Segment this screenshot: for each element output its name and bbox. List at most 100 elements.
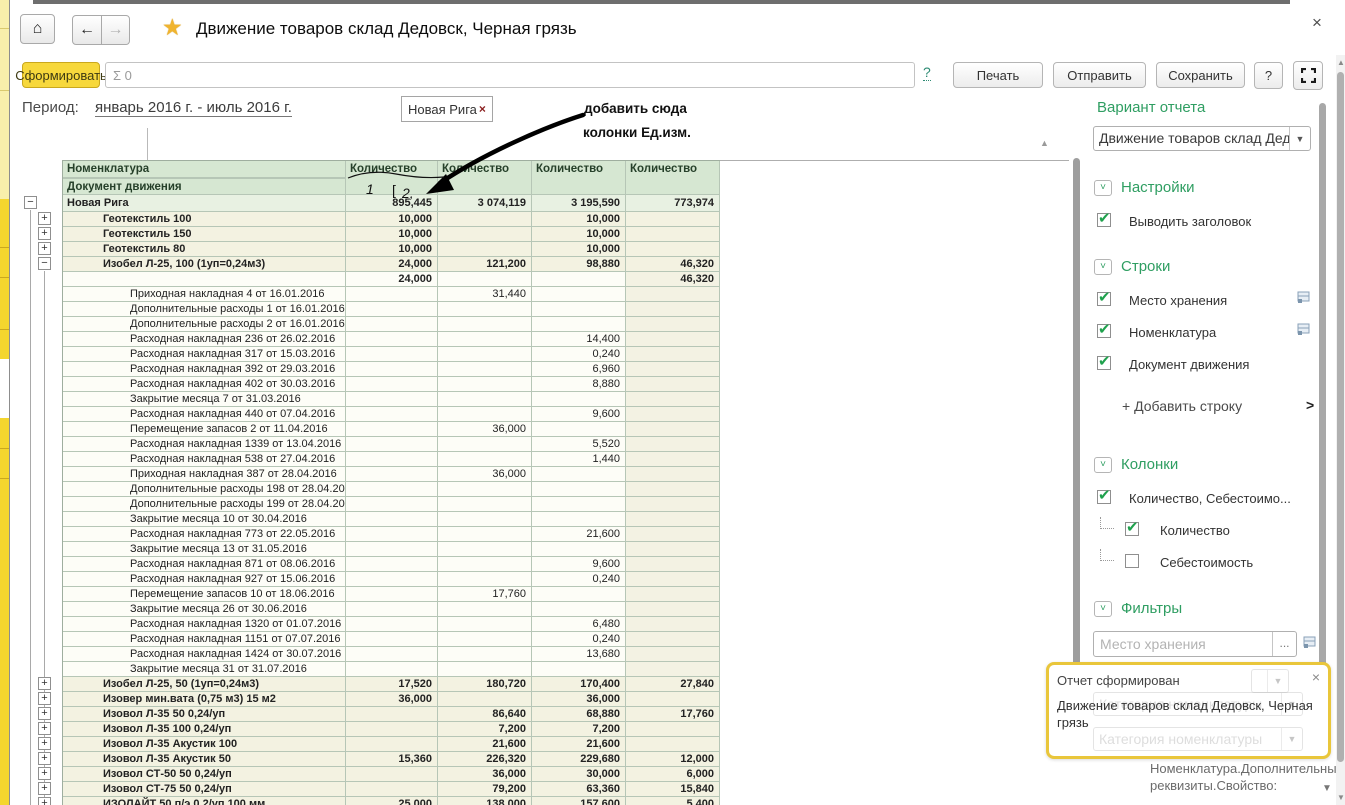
help-link[interactable]: ? — [923, 64, 931, 81]
report-row[interactable]: Дополнительные расходы 199 от 28.04.2016 — [63, 497, 720, 512]
section-collapse-filters[interactable]: ˅ — [1094, 601, 1112, 617]
report-row[interactable]: Изобел Л-25, 100 (1уп=0,24м3)24,000121,2… — [63, 257, 720, 272]
expand-icon[interactable]: + — [38, 737, 51, 750]
table-header[interactable]: НоменклатураДокумент движенияКоличествоК… — [63, 161, 720, 195]
report-row[interactable]: Расходная накладная 1151 от 07.07.20160,… — [63, 632, 720, 647]
report-row[interactable]: Расходная накладная 317 от 15.03.20160,2… — [63, 347, 720, 362]
report-row[interactable]: Расходная накладная 440 от 07.04.20169,6… — [63, 407, 720, 422]
checkbox-cost[interactable] — [1125, 554, 1139, 568]
section-collapse-columns[interactable]: ˅ — [1094, 457, 1112, 473]
chevron-down-icon[interactable]: ▼ — [1289, 127, 1310, 150]
header-nomenclature[interactable]: Номенклатура — [63, 161, 346, 178]
report-row[interactable]: Закрытие месяца 10 от 30.04.2016 — [63, 512, 720, 527]
settings-scrollbar[interactable] — [1319, 103, 1326, 758]
checkbox-show-header[interactable] — [1097, 213, 1111, 227]
report-row[interactable]: Закрытие месяца 26 от 30.06.2016 — [63, 602, 720, 617]
report-row[interactable]: Дополнительные расходы 2 от 16.01.2016 — [63, 317, 720, 332]
header-quantity-2[interactable]: Количество — [438, 161, 532, 195]
section-collapse-rows[interactable]: ˅ — [1094, 259, 1112, 275]
report-row[interactable]: Расходная накладная 1339 от 13.04.20165,… — [63, 437, 720, 452]
window-scrollbar-thumb[interactable] — [1337, 72, 1344, 762]
report-row[interactable]: Изовол Л-35 Акустик 10021,60021,600 — [63, 737, 720, 752]
sum-field[interactable]: Σ 0 — [105, 62, 915, 88]
scroll-down-icon[interactable]: ▼ — [1337, 793, 1345, 802]
save-button[interactable]: Сохранить — [1156, 62, 1245, 88]
report-row[interactable]: Геотекстиль 15010,00010,000 — [63, 227, 720, 242]
report-row[interactable]: Новая Рига895,4453 074,1193 195,590773,9… — [63, 195, 720, 212]
report-row[interactable]: Расходная накладная 1320 от 01.07.20166,… — [63, 617, 720, 632]
print-button[interactable]: Печать — [953, 62, 1043, 88]
report-row[interactable]: Изовол Л-35 Акустик 5015,360226,320229,6… — [63, 752, 720, 767]
expand-icon[interactable]: + — [38, 782, 51, 795]
report-row[interactable]: Изовол СТ-50 50 0,24/уп36,00030,0006,000 — [63, 767, 720, 782]
expand-icon[interactable]: + — [38, 767, 51, 780]
expand-icon[interactable]: + — [38, 707, 51, 720]
report-row[interactable]: Расходная накладная 392 от 29.03.20166,9… — [63, 362, 720, 377]
checkbox-nomenclature[interactable] — [1097, 324, 1111, 338]
scroll-more-icon[interactable]: > — [1306, 397, 1314, 413]
report-row[interactable]: Расходная накладная 402 от 30.03.20168,8… — [63, 377, 720, 392]
period-value-link[interactable]: январь 2016 г. - июль 2016 г. — [95, 99, 292, 117]
filter-storage-place-input[interactable]: Место хранения ... — [1093, 631, 1297, 657]
checkbox-movement-document[interactable] — [1097, 356, 1111, 370]
report-row[interactable]: Изовол СТ-75 50 0,24/уп79,20063,36015,84… — [63, 782, 720, 797]
ellipsis-button[interactable]: ... — [1272, 632, 1296, 656]
report-row[interactable]: Закрытие месяца 13 от 31.05.2016 — [63, 542, 720, 557]
chevron-down-icon[interactable]: ▼ — [1322, 783, 1332, 794]
structure-icon[interactable] — [1297, 323, 1310, 336]
report-row[interactable]: Приходная накладная 4 от 16.01.201631,44… — [63, 287, 720, 302]
report-row[interactable]: Изовол Л-35 100 0,24/уп7,2007,200 — [63, 722, 720, 737]
report-row[interactable]: Геотекстиль 8010,00010,000 — [63, 242, 720, 257]
expand-icon[interactable]: + — [38, 797, 51, 805]
section-collapse-settings[interactable]: ˅ — [1094, 180, 1112, 196]
expand-icon[interactable]: + — [38, 722, 51, 735]
report-row[interactable]: Расходная накладная 871 от 08.06.20169,6… — [63, 557, 720, 572]
back-button[interactable]: ← — [72, 15, 102, 45]
report-row[interactable]: Геотекстиль 10010,00010,000 — [63, 212, 720, 227]
report-row[interactable]: Изовол Л-35 50 0,24/уп86,64068,88017,760 — [63, 707, 720, 722]
header-quantity-3[interactable]: Количество — [532, 161, 626, 195]
expand-icon[interactable]: + — [38, 752, 51, 765]
report-row[interactable]: Изовер мин.вата (0,75 м3) 15 м236,00036,… — [63, 692, 720, 707]
report-row[interactable]: Расходная накладная 236 от 26.02.201614,… — [63, 332, 720, 347]
report-row[interactable]: Дополнительные расходы 1 от 16.01.2016 — [63, 302, 720, 317]
report-row[interactable]: Закрытие месяца 31 от 31.07.2016 — [63, 662, 720, 677]
checkbox-qty-cost-group[interactable] — [1097, 490, 1111, 504]
variant-select[interactable]: Движение товаров склад Дедовск ▼ — [1093, 126, 1311, 151]
collapse-icon[interactable]: − — [38, 257, 51, 270]
report-row[interactable]: Изобел Л-25, 50 (1уп=0,24м3)17,520180,72… — [63, 677, 720, 692]
favorite-star-icon[interactable]: ★ — [162, 14, 183, 41]
home-button[interactable]: ⌂ — [20, 14, 55, 44]
expand-icon[interactable]: + — [38, 227, 51, 240]
report-row[interactable]: Дополнительные расходы 198 от 28.04.2016 — [63, 482, 720, 497]
expand-icon[interactable]: + — [38, 212, 51, 225]
report-row[interactable]: Перемещение запасов 10 от 18.06.201617,7… — [63, 587, 720, 602]
checkbox-quantity[interactable] — [1125, 522, 1139, 536]
chip-close-icon[interactable]: × — [479, 102, 486, 116]
report-row[interactable]: 24,00046,320 — [63, 272, 720, 287]
report-row[interactable]: Расходная накладная 773 от 22.05.201621,… — [63, 527, 720, 542]
popup-close-icon[interactable]: × — [1312, 669, 1320, 685]
fullscreen-button[interactable] — [1293, 61, 1323, 90]
header-quantity-1[interactable]: Количество — [346, 161, 438, 195]
report-row[interactable]: Закрытие месяца 7 от 31.03.2016 — [63, 392, 720, 407]
send-button[interactable]: Отправить — [1053, 62, 1146, 88]
help-button[interactable]: ? — [1254, 62, 1283, 89]
forward-button[interactable]: → — [101, 15, 130, 45]
scroll-up-icon[interactable]: ▲ — [1337, 58, 1345, 67]
header-quantity-4[interactable]: Количество — [626, 161, 720, 195]
report-row[interactable]: Расходная накладная 927 от 15.06.20160,2… — [63, 572, 720, 587]
header-movement-document[interactable]: Документ движения — [63, 178, 346, 195]
structure-icon[interactable] — [1297, 291, 1310, 304]
report-row[interactable]: Перемещение запасов 2 от 11.04.201636,00… — [63, 422, 720, 437]
close-icon[interactable]: × — [1312, 13, 1322, 33]
report-row[interactable]: Расходная накладная 538 от 27.04.20161,4… — [63, 452, 720, 467]
panel-collapse-icon[interactable]: ▲ — [1040, 138, 1049, 148]
add-row-link[interactable]: + Добавить строку — [1122, 398, 1242, 414]
report-row[interactable]: ИЗОЛАЙТ 50 п/э 0,2/уп 100 мм25,000138,00… — [63, 797, 720, 805]
expand-icon[interactable]: + — [38, 242, 51, 255]
checkbox-storage-place[interactable] — [1097, 292, 1111, 306]
generate-button[interactable]: Сформировать — [22, 62, 100, 88]
structure-icon[interactable] — [1303, 636, 1316, 649]
collapse-icon[interactable]: − — [24, 196, 37, 209]
